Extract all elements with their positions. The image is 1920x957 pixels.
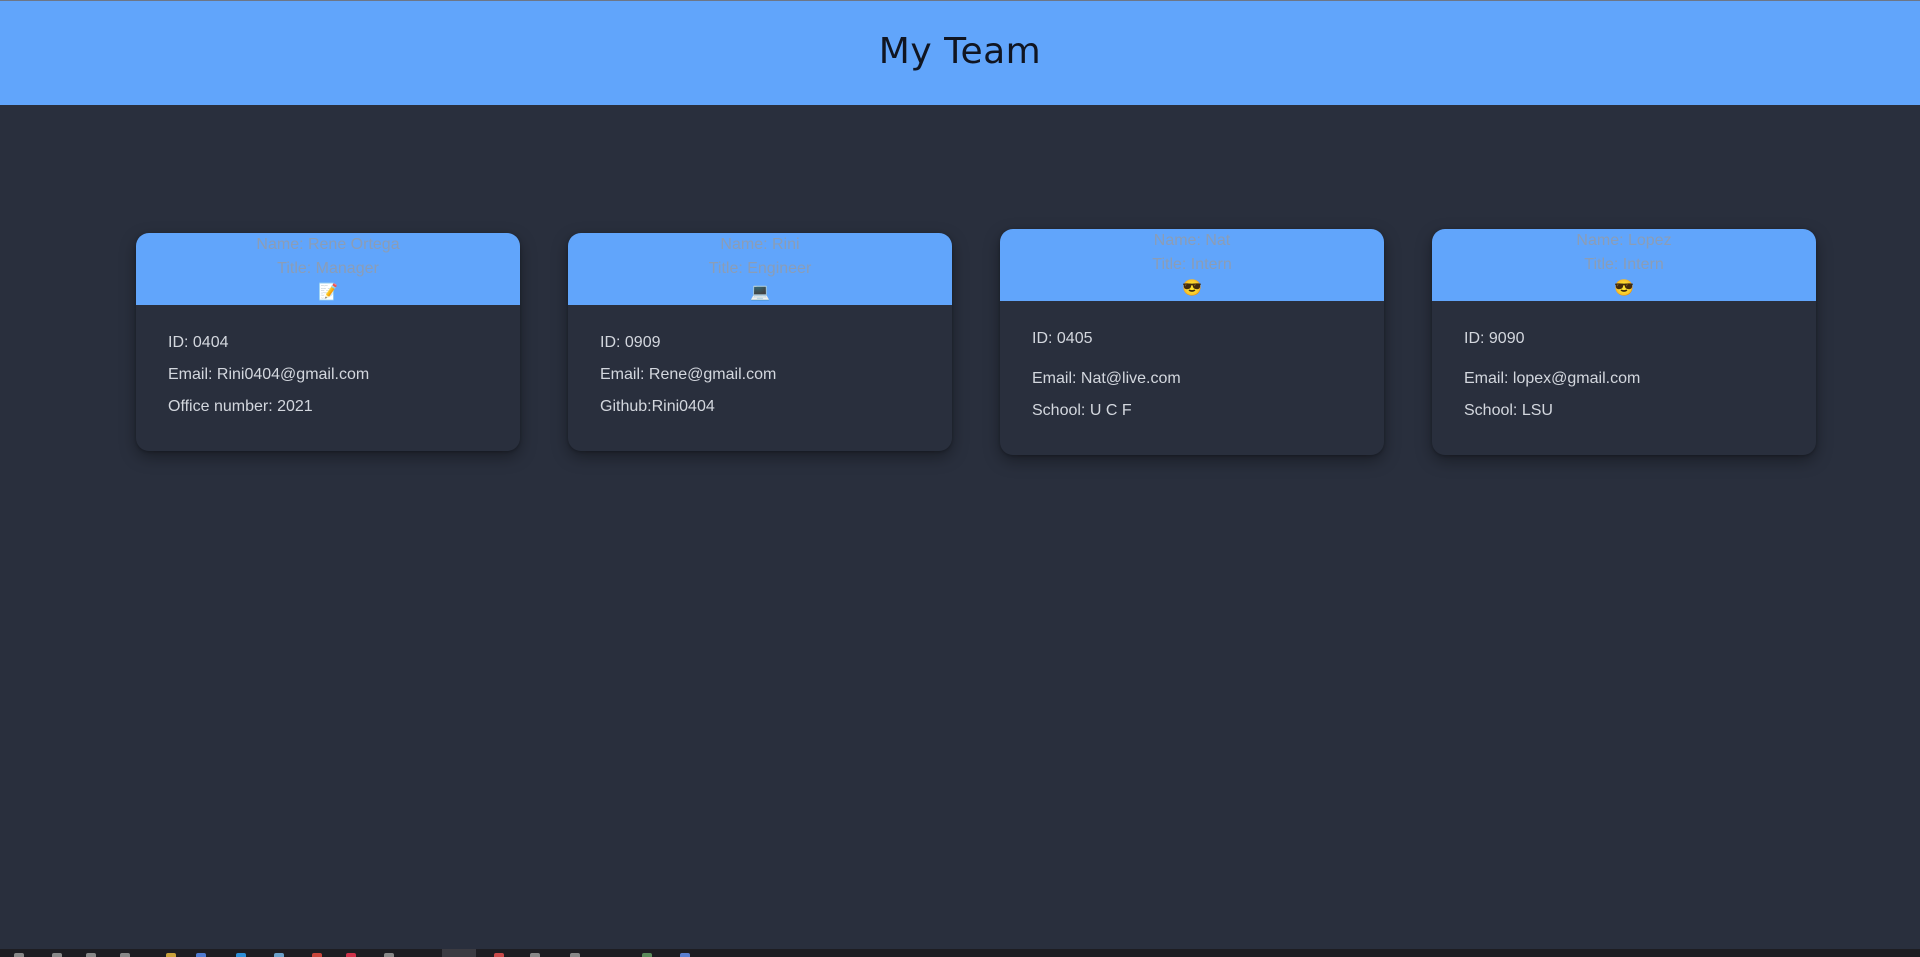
header-banner: My Team (0, 1, 1920, 105)
task-view-icon[interactable] (86, 953, 96, 957)
page-title: My Team (878, 30, 1042, 72)
employee-card-manager: Name: Rene Ortega Title: Manager 📝 ID: 0… (136, 233, 520, 451)
employee-name: Name: Nat (1153, 232, 1231, 249)
employee-id: ID: 0405 (1032, 330, 1093, 347)
taskbar-app-icon[interactable] (312, 953, 322, 957)
employee-github: Github:Rini0404 (600, 398, 715, 415)
employee-email: Email: Rene@gmail.com (600, 366, 777, 383)
card-body: ID: 0404 Email: Rini0404@gmail.com Offic… (136, 305, 520, 451)
page: My Team Name: Rene Ortega Title: Manager… (0, 0, 1920, 957)
employee-office-number: Office number: 2021 (168, 398, 313, 415)
memo-icon: 📝 (318, 284, 338, 301)
taskbar-app-icon[interactable] (642, 953, 652, 957)
taskbar-app-icon[interactable] (346, 953, 356, 957)
employee-card-engineer: Name: Rini Title: Engineer 💻 ID: 0909 Em… (568, 233, 952, 451)
taskbar-app-icon[interactable] (274, 953, 284, 957)
card-body: ID: 0909 Email: Rene@gmail.com Github:Ri… (568, 305, 952, 451)
card-header: Name: Lopez Title: Intern 😎 (1432, 229, 1816, 301)
search-icon[interactable] (52, 953, 62, 957)
taskbar-app-icon[interactable] (494, 953, 504, 957)
taskbar-app-icon[interactable] (530, 953, 540, 957)
employee-title: Title: Intern (1152, 256, 1232, 273)
taskbar-app-icon[interactable] (680, 953, 690, 957)
employee-school: School: LSU (1464, 402, 1553, 419)
employee-name: Name: Rene Ortega (256, 236, 400, 253)
employee-email: Email: lopex@gmail.com (1464, 370, 1641, 387)
start-icon[interactable] (14, 953, 24, 957)
card-body: ID: 0405 Email: Nat@live.com School: U C… (1000, 301, 1384, 455)
os-taskbar[interactable] (0, 949, 1920, 957)
taskbar-active-app[interactable] (442, 949, 476, 957)
employee-title: Title: Intern (1584, 256, 1664, 273)
taskbar-app-icon[interactable] (120, 953, 130, 957)
employee-email: Email: Rini0404@gmail.com (168, 366, 370, 383)
folder-icon[interactable] (166, 953, 176, 957)
taskbar-app-icon[interactable] (570, 953, 580, 957)
employee-name: Name: Rini (720, 236, 800, 253)
card-header: Name: Rene Ortega Title: Manager 📝 (136, 233, 520, 305)
sunglasses-face-icon: 😎 (1182, 280, 1202, 297)
taskbar-app-icon[interactable] (384, 953, 394, 957)
employee-title: Title: Engineer (708, 260, 812, 277)
employee-card-intern: Name: Nat Title: Intern 😎 ID: 0405 Email… (1000, 229, 1384, 455)
employee-id: ID: 0909 (600, 334, 661, 351)
employee-name: Name: Lopez (1576, 232, 1672, 249)
sunglasses-face-icon: 😎 (1614, 280, 1634, 297)
employee-email: Email: Nat@live.com (1032, 370, 1181, 387)
laptop-icon: 💻 (750, 284, 770, 301)
browser-icon[interactable] (196, 953, 206, 957)
employee-school: School: U C F (1032, 402, 1132, 419)
employee-id: ID: 9090 (1464, 330, 1525, 347)
employee-title: Title: Manager (277, 260, 379, 277)
card-header: Name: Nat Title: Intern 😎 (1000, 229, 1384, 301)
card-header: Name: Rini Title: Engineer 💻 (568, 233, 952, 305)
editor-icon[interactable] (236, 953, 246, 957)
employee-card-intern: Name: Lopez Title: Intern 😎 ID: 9090 Ema… (1432, 229, 1816, 455)
card-body: ID: 9090 Email: lopex@gmail.com School: … (1432, 301, 1816, 455)
employee-id: ID: 0404 (168, 334, 229, 351)
